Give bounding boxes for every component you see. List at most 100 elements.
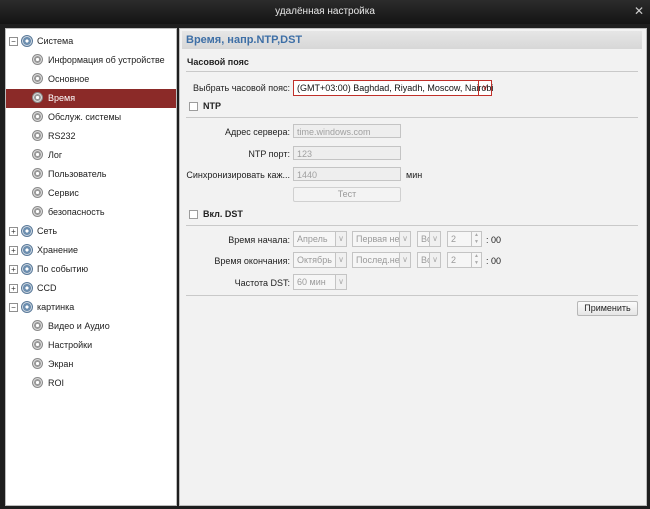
gear-icon: [32, 111, 43, 122]
dst-end-hour-stepper[interactable]: 2 ▲ ▼: [447, 252, 482, 268]
timezone-select[interactable]: (GMT+03:00) Baghdad, Riyadh, Moscow, Nai…: [293, 80, 493, 96]
gear-icon: [32, 339, 43, 350]
dst-start-week-select[interactable]: Первая нед ∨: [352, 231, 411, 247]
dst-bias-select[interactable]: 60 мин ∨: [293, 274, 347, 290]
dst-end-week-select[interactable]: Послед.нед ∨: [352, 252, 411, 268]
tree-item-label: Настройки: [48, 340, 93, 350]
chevron-down-icon: ∨: [429, 253, 440, 267]
chevron-down-icon: ∨: [399, 253, 410, 267]
tree-item[interactable]: безопасность: [6, 203, 176, 222]
tree-item-label: Экран: [48, 359, 74, 369]
tree-item[interactable]: Основное: [6, 70, 176, 89]
dst-start-hour-stepper[interactable]: 2 ▲ ▼: [447, 231, 482, 247]
tree-item-label: CCD: [37, 283, 57, 293]
tree-item-label: ROI: [48, 378, 65, 388]
timezone-section-title: Часовой пояс: [187, 57, 249, 67]
dst-checkbox[interactable]: [189, 210, 198, 219]
tree-item[interactable]: Экран: [6, 355, 176, 374]
tree-item-label: картинка: [37, 302, 75, 312]
dst-end-month-select[interactable]: Октябрь ∨: [293, 252, 347, 268]
chevron-down-icon: ∨: [335, 253, 346, 267]
collapse-icon[interactable]: −: [9, 303, 18, 312]
dst-start-month-value: Апрель: [297, 234, 328, 244]
dst-end-week-value: Послед.нед: [356, 255, 405, 265]
test-button[interactable]: Тест: [293, 187, 401, 202]
tree-group[interactable]: − Система: [6, 32, 176, 51]
server-address-input[interactable]: time.windows.com: [293, 124, 401, 138]
collapse-icon[interactable]: −: [9, 37, 18, 46]
expand-icon[interactable]: +: [9, 265, 18, 274]
dst-end-minutes: : 00: [486, 256, 502, 266]
divider: [186, 295, 638, 296]
tree-item-label: Пользователь: [48, 169, 107, 179]
tree-item[interactable]: ROI: [6, 374, 176, 393]
stepper-arrows-icon[interactable]: ▲ ▼: [471, 232, 481, 246]
tree-item[interactable]: Информация об устройстве: [6, 51, 176, 70]
gear-icon: [32, 320, 43, 331]
tree-item[interactable]: Настройки: [6, 336, 176, 355]
tree-item-label: безопасность: [48, 207, 105, 217]
dst-start-month-select[interactable]: Апрель ∨: [293, 231, 347, 247]
tree-group[interactable]: + По событию: [6, 260, 176, 279]
dst-start-week-value: Первая нед: [356, 234, 405, 244]
stepper-arrows-icon[interactable]: ▲ ▼: [471, 253, 481, 267]
dst-end-hour-value: 2: [451, 255, 457, 265]
tree-item-label: Лог: [48, 150, 63, 160]
apply-button[interactable]: Применить: [577, 301, 638, 316]
tree-group[interactable]: − картинка: [6, 298, 176, 317]
window-titlebar: удалённая настройка ✕: [0, 0, 650, 24]
gear-icon: [32, 54, 43, 65]
chevron-down-icon: ∨: [478, 81, 491, 95]
dst-start-label: Время начала:: [228, 235, 290, 245]
expand-icon[interactable]: +: [9, 246, 18, 255]
gear-icon: [32, 377, 43, 388]
tree-item[interactable]: Пользователь: [6, 165, 176, 184]
dst-end-label: Время окончания:: [214, 256, 290, 266]
tree-item-label: Сеть: [37, 226, 58, 236]
tree-item[interactable]: RS232: [6, 127, 176, 146]
gear-icon: [32, 73, 43, 84]
timezone-label: Выбрать часовой пояс:: [192, 83, 290, 93]
gear-icon: [21, 244, 33, 256]
sync-interval-input[interactable]: 1440: [293, 167, 401, 181]
gear-icon: [32, 206, 43, 217]
chevron-down-icon: ∨: [429, 232, 440, 246]
dst-label: Вкл. DST: [203, 209, 243, 219]
tree-item[interactable]: Лог: [6, 146, 176, 165]
tree-item[interactable]: Видео и Аудио: [6, 317, 176, 336]
gear-icon: [21, 263, 33, 275]
window-title: удалённая настройка: [275, 6, 375, 17]
dst-start-minutes: : 00: [486, 235, 502, 245]
chevron-down-icon: ∨: [335, 275, 346, 289]
dst-bias-label: Частота DST:: [234, 278, 290, 288]
tree-group[interactable]: + Сеть: [6, 222, 176, 241]
dst-start-day-select[interactable]: Вс ∨: [417, 231, 441, 247]
sync-interval-label: Синхронизировать каж...: [186, 170, 290, 180]
gear-icon: [32, 92, 43, 103]
ntp-checkbox[interactable]: [189, 102, 198, 111]
tree-item[interactable]: Обслуж. системы: [6, 108, 176, 127]
gear-icon: [32, 130, 43, 141]
gear-icon: [32, 149, 43, 160]
tree-item-label: По событию: [37, 264, 89, 274]
ntp-port-input[interactable]: 123: [293, 146, 401, 160]
chevron-down-icon: ∨: [399, 232, 410, 246]
dst-end-day-select[interactable]: Вс ∨: [417, 252, 441, 268]
tree-group[interactable]: + CCD: [6, 279, 176, 298]
tree-item-label: Информация об устройстве: [48, 55, 165, 65]
close-icon[interactable]: ✕: [633, 5, 645, 17]
tree-group[interactable]: + Хранение: [6, 241, 176, 260]
gear-icon: [32, 358, 43, 369]
ntp-port-label: NTP порт:: [248, 149, 290, 159]
dst-end-month-value: Октябрь: [297, 255, 332, 265]
tree-item[interactable]: Сервис: [6, 184, 176, 203]
tree-item-label: Хранение: [37, 245, 78, 255]
expand-icon[interactable]: +: [9, 284, 18, 293]
sync-interval-unit: мин: [406, 170, 423, 180]
gear-icon: [21, 301, 33, 313]
tree-item[interactable]: Время: [6, 89, 176, 108]
page-title: Время, напр.NTP,DST: [182, 31, 642, 49]
dst-start-hour-value: 2: [451, 234, 457, 244]
expand-icon[interactable]: +: [9, 227, 18, 236]
gear-icon: [32, 168, 43, 179]
